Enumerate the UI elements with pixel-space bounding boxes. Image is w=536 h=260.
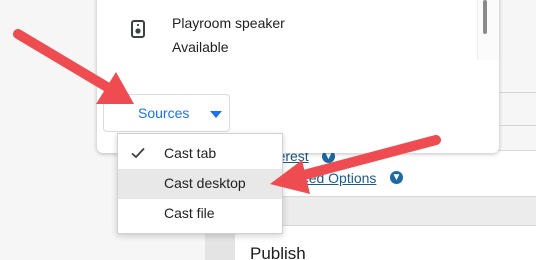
- background-rules: [500, 60, 536, 160]
- menu-item-cast-file[interactable]: Cast file: [118, 199, 282, 229]
- sources-label: Sources: [138, 105, 190, 121]
- menu-item-label: Cast file: [164, 205, 215, 221]
- device-name: Playroom speaker: [172, 15, 285, 31]
- sources-button[interactable]: Sources: [103, 94, 230, 132]
- device-status: Available: [172, 39, 229, 55]
- device-row-playroom-speaker[interactable]: Playroom speaker Available: [127, 10, 427, 56]
- menu-item-cast-tab[interactable]: Cast tab: [118, 139, 282, 169]
- device-list-scrollbar[interactable]: [483, 0, 487, 34]
- expand-circle-icon[interactable]: ▼: [390, 171, 403, 184]
- menu-item-cast-desktop[interactable]: Cast desktop: [118, 169, 282, 199]
- cast-dialog: Playroom speaker Available Sources: [97, 0, 499, 153]
- publish-heading: Publish: [250, 244, 306, 260]
- caret-down-icon: [210, 111, 222, 118]
- checkmark-icon: [130, 145, 146, 161]
- menu-item-label: Cast desktop: [164, 175, 246, 191]
- speaker-icon: [131, 20, 145, 38]
- sources-menu: Cast tab Cast desktop Cast file: [117, 133, 283, 234]
- screenshot-stage: Interest ▼ Advanced Options ▼ Publish Pl…: [0, 0, 536, 260]
- menu-item-label: Cast tab: [164, 145, 217, 161]
- device-list-scrolltrack[interactable]: [477, 0, 499, 60]
